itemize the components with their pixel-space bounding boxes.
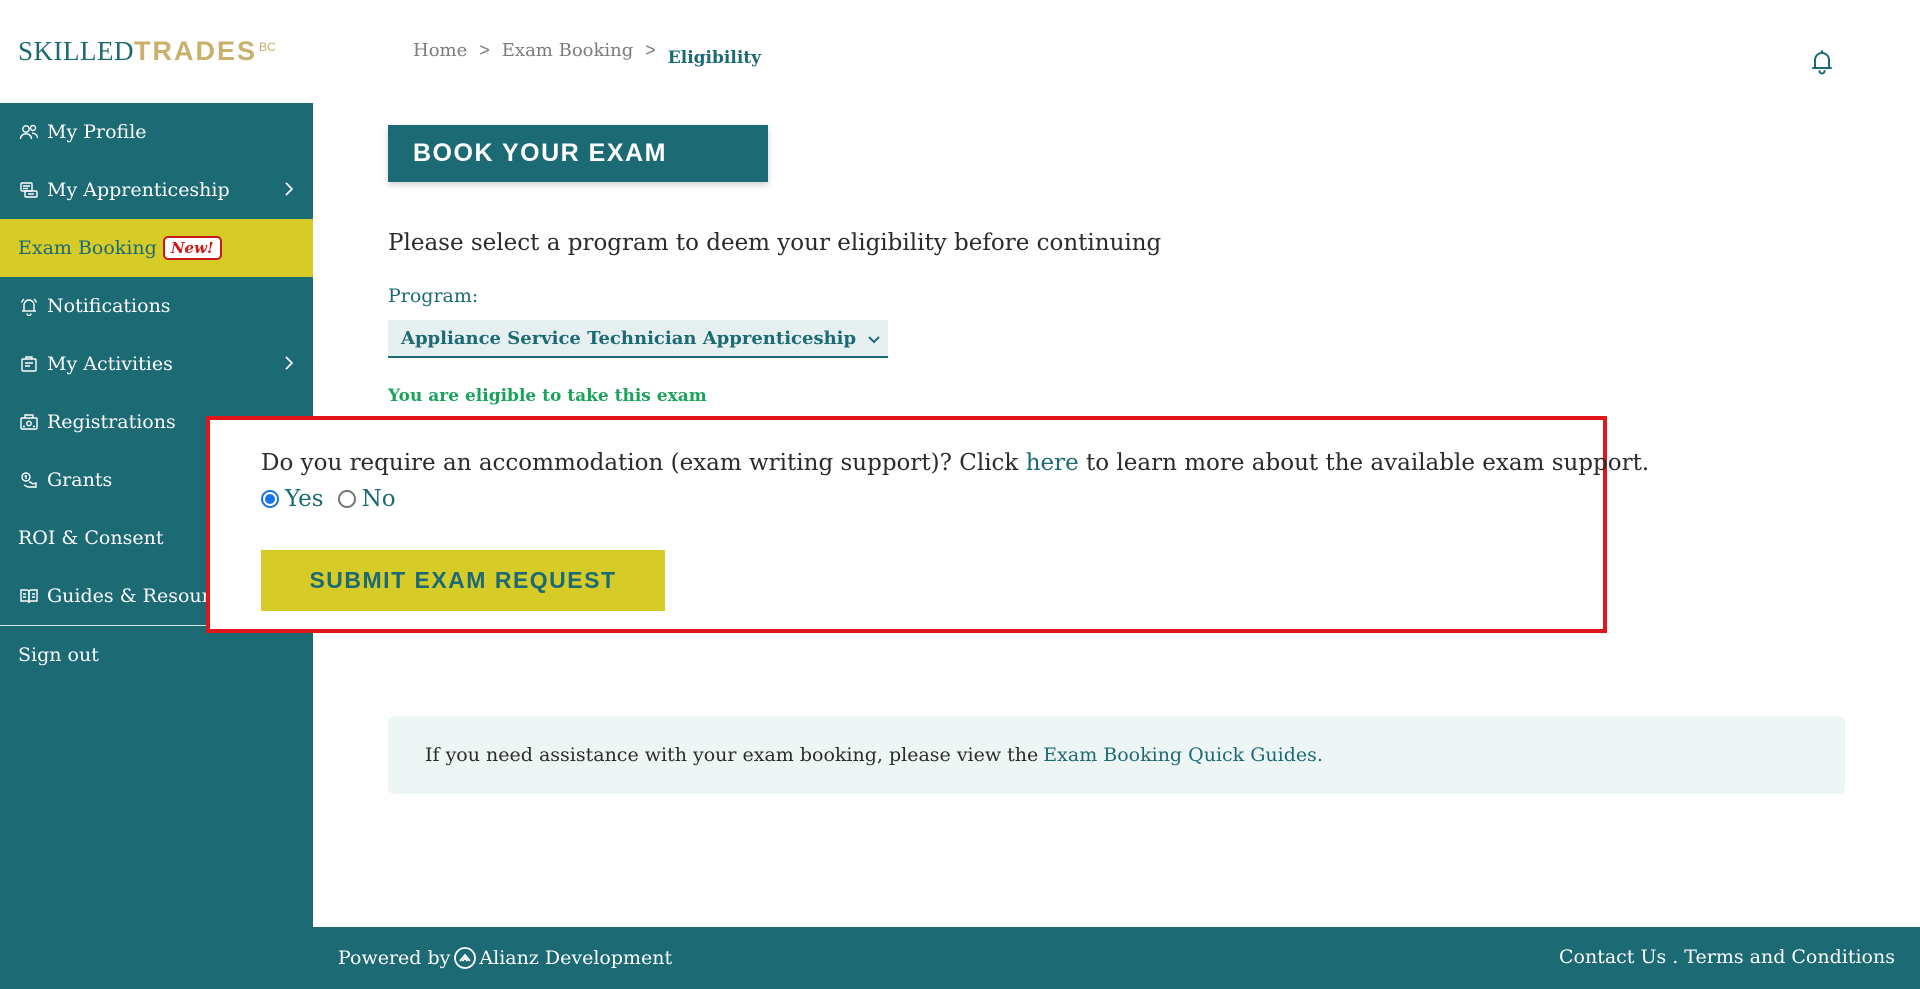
new-badge: New! (162, 236, 222, 260)
notification-bell-icon[interactable] (1810, 49, 1834, 75)
sidebar-item-my-activities[interactable]: My Activities (0, 335, 313, 393)
sidebar-item-label: Registrations (47, 411, 176, 433)
accommodation-no-radio[interactable] (337, 490, 356, 508)
submit-exam-request-button[interactable]: SUBMIT EXAM REQUEST (261, 550, 665, 611)
footer-links: Contact Us . Terms and Conditions (1559, 946, 1895, 968)
accommodation-question-text: to learn more about the available exam s… (1086, 450, 1650, 476)
accommodation-no-label[interactable]: No (362, 486, 396, 512)
accommodation-question-text: Do you require an accommodation (exam wr… (261, 450, 1019, 476)
sidebar-item-label: My Activities (47, 353, 173, 375)
quick-guides-link[interactable]: Exam Booking Quick Guides. (1043, 744, 1323, 766)
brand-part2: TRADES (133, 36, 257, 66)
sidebar-item-notifications[interactable]: Notifications (0, 277, 313, 335)
assistance-panel: If you need assistance with your exam bo… (388, 716, 1845, 794)
bell-icon (18, 295, 40, 317)
grants-icon (18, 469, 40, 491)
sidebar-item-label: My Profile (47, 121, 147, 143)
apprenticeship-icon (18, 179, 40, 201)
accommodation-question: Do you require an accommodation (exam wr… (261, 450, 1649, 476)
program-select[interactable]: Appliance Service Technician Apprentices… (388, 320, 888, 358)
breadcrumb-separator: > (479, 40, 490, 60)
activities-icon (18, 353, 40, 375)
brand-logo[interactable]: SKILLED TRADES BC (18, 36, 276, 68)
breadcrumb-exam-booking[interactable]: Exam Booking (502, 40, 634, 61)
accommodation-yes-radio[interactable] (261, 490, 279, 508)
powered-by: Powered by Alianz Development (338, 946, 672, 970)
footer-separator: . (1672, 946, 1679, 968)
alianz-logo-icon (454, 947, 477, 969)
program-label: Program: (388, 285, 479, 307)
terms-link[interactable]: Terms and Conditions (1684, 946, 1895, 968)
accommodation-radio-group: Yes No (261, 486, 410, 512)
sidebar-item-label: My Apprenticeship (47, 179, 230, 201)
sidebar-item-my-apprenticeship[interactable]: My Apprenticeship (0, 161, 313, 219)
contact-us-link[interactable]: Contact Us (1559, 946, 1666, 968)
assistance-text: If you need assistance with your exam bo… (425, 744, 1039, 766)
brand-part1: SKILLED (18, 36, 134, 66)
accommodation-yes-label[interactable]: Yes (285, 486, 324, 512)
breadcrumb-home[interactable]: Home (413, 40, 467, 61)
page-title: BOOK YOUR EXAM (388, 125, 768, 182)
eligibility-prompt: Please select a program to deem your eli… (388, 230, 1162, 256)
accommodation-section: Do you require an accommodation (exam wr… (206, 416, 1649, 633)
sidebar-item-label: Notifications (47, 295, 171, 317)
chevron-right-icon (285, 182, 294, 196)
sidebar-item-exam-booking[interactable]: Exam Booking New! (0, 219, 313, 277)
chevron-right-icon (285, 356, 294, 370)
breadcrumb: Home > Exam Booking > Eligibility (413, 40, 761, 68)
users-icon (18, 121, 40, 143)
sidebar-item-label: Exam Booking (18, 237, 157, 259)
sidebar-item-label: Sign out (18, 644, 99, 666)
powered-by-text: Powered by (338, 947, 451, 969)
exam-support-link[interactable]: here (1026, 450, 1079, 476)
program-selected-value: Appliance Service Technician Apprentices… (401, 327, 857, 349)
sidebar-item-label: ROI & Consent (18, 527, 164, 549)
breadcrumb-separator: > (645, 40, 656, 60)
brand-suffix: BC (259, 40, 276, 54)
eligibility-status: You are eligible to take this exam (388, 386, 707, 406)
sidebar-item-label: Grants (47, 469, 113, 491)
footer: Powered by Alianz Development Contact Us… (313, 927, 1920, 989)
sidebar-item-my-profile[interactable]: My Profile (0, 103, 313, 161)
chevron-down-icon (868, 336, 880, 344)
book-icon (18, 585, 40, 607)
breadcrumb-current: Eligibility (667, 48, 762, 68)
company-name[interactable]: Alianz Development (479, 947, 672, 969)
sidebar-item-sign-out[interactable]: Sign out (0, 626, 313, 684)
registrations-icon (18, 411, 40, 433)
